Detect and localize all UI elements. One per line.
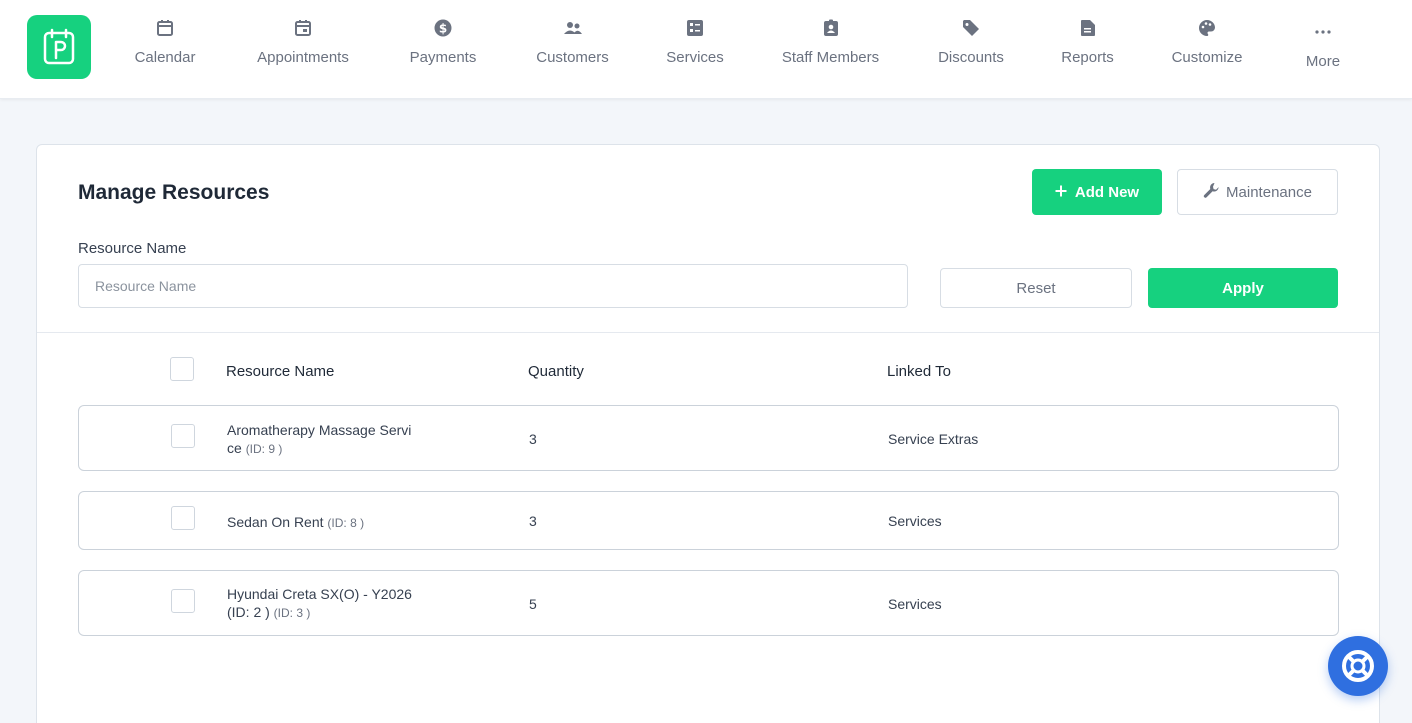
add-new-button[interactable]: Add New: [1032, 169, 1162, 215]
wrench-icon: [1203, 182, 1220, 203]
lifebuoy-icon: [1342, 650, 1374, 682]
help-button[interactable]: [1328, 636, 1388, 696]
reset-button[interactable]: Reset: [940, 268, 1132, 308]
nav-label: Payments: [409, 49, 477, 66]
nav-label: Staff Members: [781, 49, 880, 66]
resource-id: (ID: 3 ): [273, 606, 311, 620]
table-row[interactable]: Aromatherapy Massage Service (ID: 9 ) 3 …: [78, 405, 1339, 471]
select-all-checkbox[interactable]: [170, 357, 194, 381]
column-header-quantity[interactable]: Quantity: [528, 363, 584, 380]
quantity-cell: 5: [529, 596, 537, 612]
app-logo-icon: [43, 28, 75, 65]
manage-resources-card: Manage Resources Add New Maintenance Res…: [36, 144, 1380, 723]
linked-to-cell: Services: [888, 596, 942, 612]
calendar-icon: [155, 18, 175, 38]
resource-name-label: Resource Name: [78, 240, 187, 257]
report-icon: [1078, 18, 1098, 38]
nav-discounts[interactable]: Discounts: [936, 18, 1006, 78]
list-icon: [685, 18, 705, 38]
app-logo[interactable]: [27, 15, 91, 79]
id-badge-icon: [821, 18, 841, 38]
resource-id: (ID: 9 ): [245, 442, 283, 456]
section-divider: [37, 332, 1379, 333]
nav-label: Appointments: [257, 49, 349, 66]
nav-staff-members[interactable]: Staff Members: [779, 18, 882, 78]
table-row[interactable]: Sedan On Rent (ID: 8 ) 3 Services: [78, 491, 1339, 550]
table-row[interactable]: Hyundai Creta SX(O) - Y2026 (ID: 2 ) (ID…: [78, 570, 1339, 636]
nav-payments[interactable]: $ Payments: [407, 18, 479, 78]
nav-reports[interactable]: Reports: [1060, 18, 1115, 78]
apply-button[interactable]: Apply: [1148, 268, 1338, 308]
dollar-circle-icon: $: [433, 18, 453, 38]
resource-name-cell: Sedan On Rent (ID: 8 ): [227, 513, 487, 532]
nav-label: Services: [666, 49, 724, 66]
resource-name-cell: Aromatherapy Massage Service (ID: 9 ): [227, 421, 412, 458]
page-title: Manage Resources: [78, 181, 270, 204]
nav-label: Customize: [1171, 49, 1243, 66]
row-checkbox[interactable]: [171, 424, 195, 448]
palette-icon: [1197, 18, 1217, 38]
row-checkbox[interactable]: [171, 589, 195, 613]
nav-label: Customers: [536, 49, 609, 66]
calendar-event-icon: [293, 18, 313, 38]
resource-id: (ID: 8 ): [327, 516, 365, 530]
plus-icon: [1055, 184, 1067, 201]
resource-name: Sedan On Rent: [227, 514, 324, 530]
nav-services[interactable]: Services: [665, 18, 725, 78]
nav-label: Discounts: [938, 49, 1004, 66]
quantity-cell: 3: [529, 431, 537, 447]
column-header-linked-to[interactable]: Linked To: [887, 363, 951, 380]
nav-appointments[interactable]: Appointments: [252, 18, 354, 78]
maintenance-label: Maintenance: [1226, 183, 1312, 201]
nav-calendar[interactable]: Calendar: [131, 18, 199, 78]
linked-to-cell: Service Extras: [888, 431, 979, 447]
column-header-resource-name[interactable]: Resource Name: [226, 363, 334, 380]
row-checkbox[interactable]: [171, 506, 195, 530]
resource-name-input[interactable]: [78, 264, 908, 308]
nav-customers[interactable]: Customers: [533, 18, 612, 78]
tag-icon: [961, 18, 981, 38]
nav-more[interactable]: More: [1304, 22, 1342, 82]
nav-customize[interactable]: Customize: [1169, 18, 1245, 78]
users-icon: [563, 18, 583, 38]
more-dots-icon: [1313, 22, 1333, 42]
top-navigation-bar: Calendar Appointments $ Payments Custome…: [0, 0, 1412, 99]
quantity-cell: 3: [529, 513, 537, 529]
svg-text:$: $: [439, 22, 447, 36]
linked-to-cell: Services: [888, 513, 942, 529]
resource-name: Hyundai Creta SX(O) - Y2026 (ID: 2 ): [227, 586, 412, 620]
maintenance-button[interactable]: Maintenance: [1177, 169, 1338, 215]
nav-label: More: [1305, 53, 1341, 70]
resource-name-cell: Hyundai Creta SX(O) - Y2026 (ID: 2 ) (ID…: [227, 585, 412, 622]
nav-label: Reports: [1061, 49, 1114, 66]
nav-label: Calendar: [134, 49, 196, 66]
add-new-label: Add New: [1074, 183, 1140, 201]
